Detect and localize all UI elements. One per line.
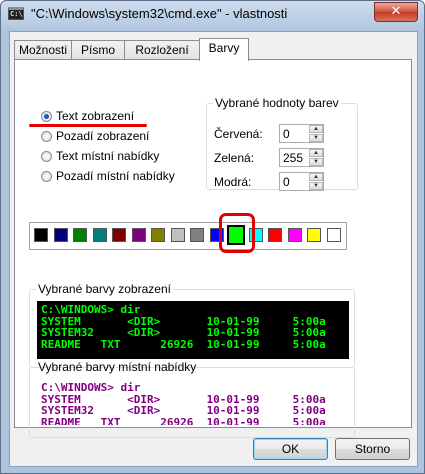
spin-up-icon[interactable]: ▲	[309, 149, 323, 157]
radio-dot	[41, 110, 52, 122]
dialog-client: Možnosti Písmo Rozložení Barvy Text zobr…	[9, 31, 418, 467]
radio-label: Text zobrazení	[56, 109, 135, 123]
preview-line: C:\WINDOWS> dir	[41, 381, 141, 394]
properties-window: C:\ "C:\Windows\system32\cmd.exe" - vlas…	[0, 0, 425, 474]
color-swatch-0[interactable]	[34, 228, 48, 242]
preview-line: SYSTEM32 <DIR> 10-01-99 5:00a	[41, 404, 326, 417]
green-spinner[interactable]: 255 ▲ ▼	[279, 148, 324, 167]
color-swatch-15[interactable]	[326, 228, 341, 242]
group-title: Vybrané barvy zobrazení	[38, 282, 171, 296]
spin-up-icon[interactable]: ▲	[309, 173, 323, 181]
color-swatch-3[interactable]	[92, 228, 107, 242]
red-highlight-annotation	[219, 213, 255, 253]
color-swatch-5[interactable]	[131, 228, 146, 242]
preview-line: README TXT 26926 10-01-99 5:00a	[41, 337, 326, 351]
radio-text-zobrazeni[interactable]: Text zobrazení	[41, 107, 134, 125]
tab-panel-barvy: Text zobrazení Pozadí zobrazení Text mís…	[14, 59, 412, 438]
color-swatch-14[interactable]	[307, 228, 321, 242]
color-swatch-1[interactable]	[53, 228, 68, 242]
radio-label: Pozadí zobrazení	[56, 129, 150, 143]
popup-preview-text: C:\WINDOWS> dir SYSTEM <DIR> 10-01-99 5:0…	[37, 379, 349, 425]
cmd-app-icon: C:\	[8, 7, 24, 20]
spin-down-icon[interactable]: ▼	[309, 134, 323, 142]
color-swatch-12[interactable]	[268, 228, 282, 242]
group-title: Vybrané barvy místní nabídky	[38, 360, 197, 374]
color-swatch-13[interactable]	[287, 228, 302, 242]
blue-spinner[interactable]: 0 ▲ ▼	[279, 172, 324, 191]
tab-pismo[interactable]: Písmo	[71, 40, 125, 59]
spin-down-icon[interactable]: ▼	[309, 158, 323, 166]
screen-preview-text: C:\WINDOWS> dir SYSTEM <DIR> 10-01-99 5:0…	[37, 301, 349, 359]
color-palette	[29, 222, 347, 250]
red-label: Červená:	[214, 127, 263, 141]
color-swatch-7[interactable]	[170, 228, 185, 242]
radio-label: Pozadí místní nabídky	[56, 169, 175, 183]
blue-label: Modrá:	[214, 175, 252, 189]
radio-pozadi-mistni-nabidky[interactable]: Pozadí místní nabídky	[41, 167, 175, 185]
green-label: Zelená:	[214, 151, 255, 165]
radio-pozadi-zobrazeni[interactable]: Pozadí zobrazení	[41, 127, 149, 145]
radio-text-mistni-nabidky[interactable]: Text místní nabídky	[41, 147, 159, 165]
window-title: "C:\Windows\system32\cmd.exe" - vlastnos…	[31, 6, 288, 21]
spin-up-icon[interactable]: ▲	[309, 125, 323, 133]
red-spinner[interactable]: 0 ▲ ▼	[279, 124, 324, 143]
tab-moznosti[interactable]: Možnosti	[14, 40, 72, 59]
color-swatch-8[interactable]	[190, 228, 204, 242]
preview-line: C:\WINDOWS> dir	[41, 303, 141, 316]
red-underline-annotation	[29, 124, 147, 127]
group-title: Vybrané hodnoty barev	[215, 96, 339, 110]
preview-line: SYSTEM32 <DIR> 10-01-99 5:00a	[41, 326, 326, 339]
color-swatch-2[interactable]	[73, 228, 87, 242]
green-value: 255	[283, 151, 304, 165]
preview-line: README TXT 26926 10-01-99 5:00a	[41, 415, 326, 425]
tab-barvy[interactable]: Barvy	[199, 38, 249, 61]
radio-label: Text místní nabídky	[56, 149, 160, 163]
radio-dot	[41, 150, 52, 162]
ok-button[interactable]: OK	[253, 438, 328, 460]
spin-down-icon[interactable]: ▼	[309, 182, 323, 190]
blue-value: 0	[283, 175, 290, 189]
title-bar[interactable]: C:\ "C:\Windows\system32\cmd.exe" - vlas…	[1, 1, 424, 27]
radio-dot	[41, 170, 52, 182]
tab-rozlozeni[interactable]: Rozložení	[124, 40, 200, 59]
cancel-button[interactable]: Storno	[335, 438, 410, 460]
radio-dot	[41, 130, 52, 142]
red-value: 0	[283, 127, 290, 141]
color-swatch-4[interactable]	[112, 228, 126, 242]
color-swatch-6[interactable]	[151, 228, 165, 242]
close-button[interactable]: ✕	[374, 2, 418, 22]
